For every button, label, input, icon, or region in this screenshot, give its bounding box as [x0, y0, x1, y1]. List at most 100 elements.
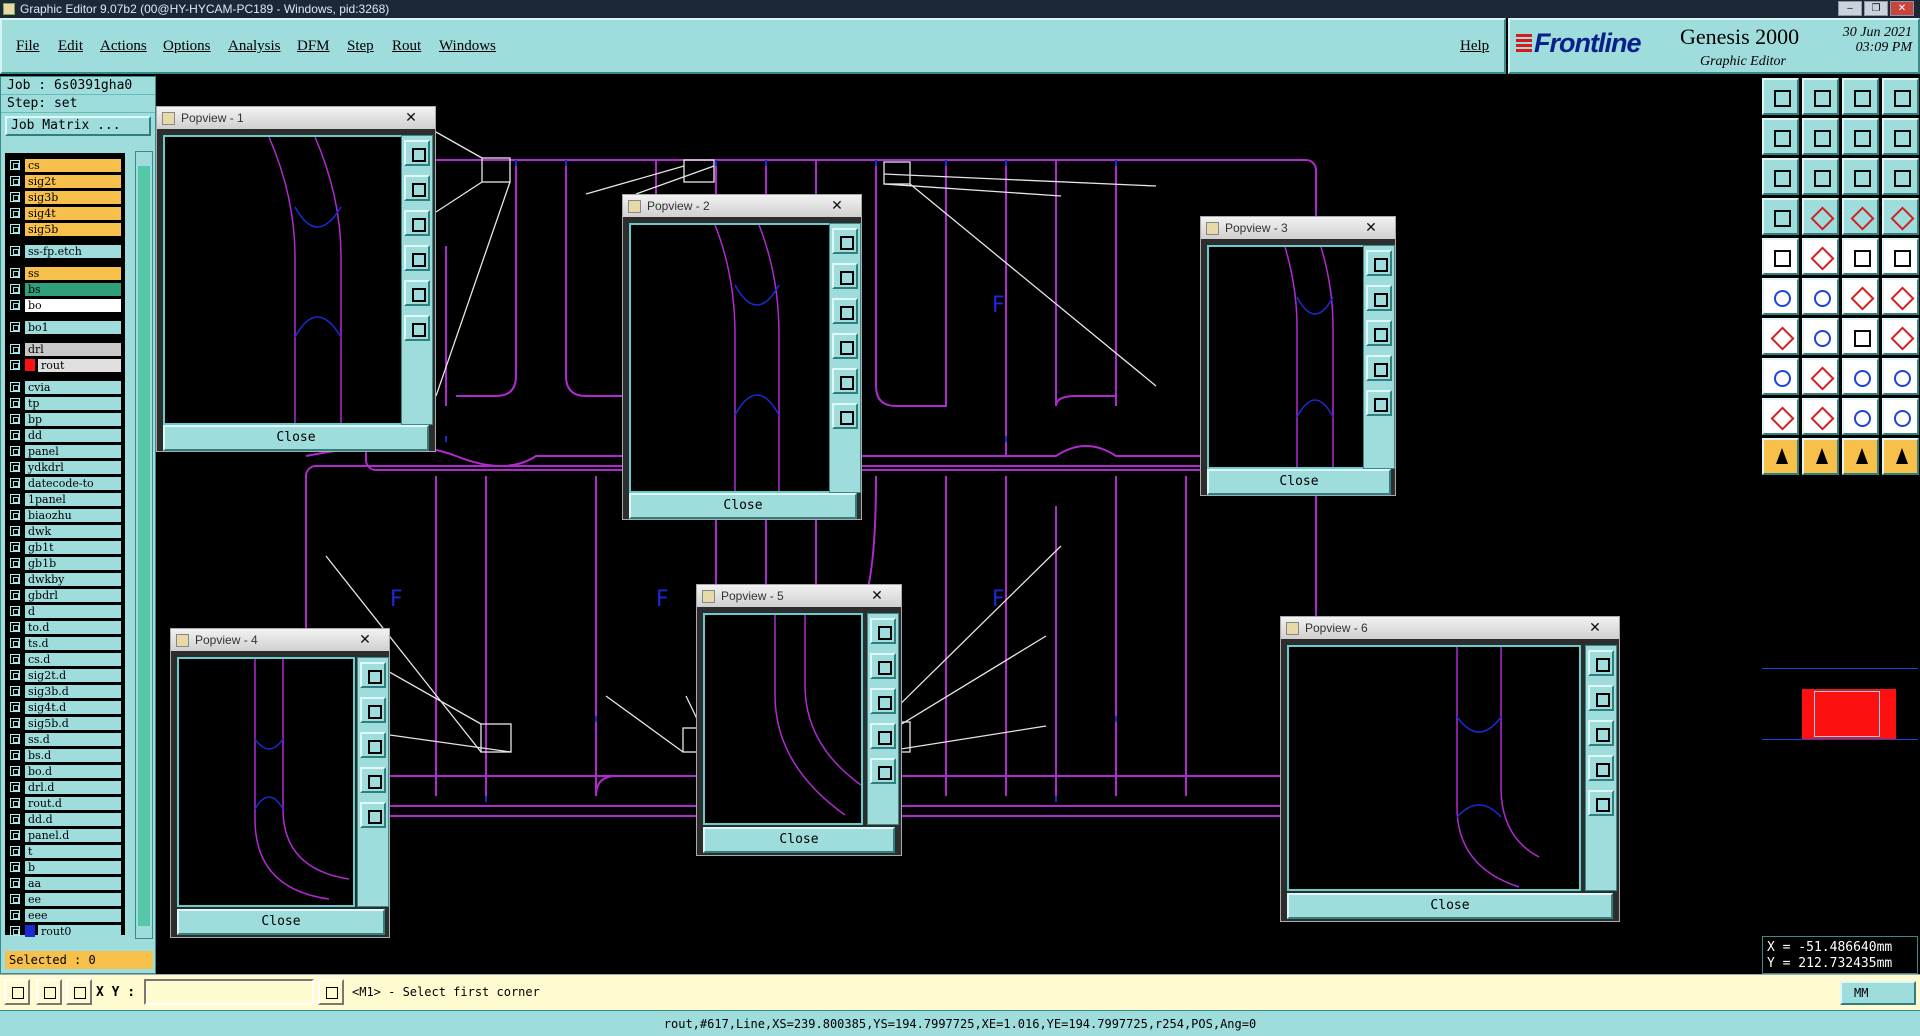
layer-name[interactable]: d: [25, 604, 121, 618]
zoom-out-icon[interactable]: [1588, 685, 1614, 711]
layer-checkbox[interactable]: [10, 926, 20, 936]
zoom-out-icon[interactable]: [870, 653, 896, 679]
rotate-icon[interactable]: [1842, 318, 1879, 355]
popview-close-button[interactable]: Close: [1207, 469, 1391, 495]
layer-name[interactable]: eee: [25, 908, 121, 922]
layer-row[interactable]: rout0: [5, 923, 125, 939]
xy-input[interactable]: [144, 979, 314, 1005]
redraw-icon[interactable]: [1882, 118, 1919, 155]
menu-edit[interactable]: Edit: [58, 38, 83, 55]
layer-checkbox[interactable]: [10, 558, 20, 568]
zoom-in-icon[interactable]: [360, 662, 386, 688]
layer-checkbox[interactable]: [10, 766, 20, 776]
layer-checkbox[interactable]: [10, 398, 20, 408]
layer-name[interactable]: rout0: [38, 924, 121, 938]
layer-row[interactable]: gb1t: [5, 539, 125, 555]
menu-step[interactable]: Step: [347, 38, 374, 55]
layer-name[interactable]: sig2t: [25, 174, 121, 188]
zoom-out-icon[interactable]: [1366, 285, 1392, 311]
pan-left-icon[interactable]: [1366, 355, 1392, 381]
layer-name[interactable]: sig3b: [25, 190, 121, 204]
layer-name[interactable]: t: [25, 844, 121, 858]
fit-icon[interactable]: [404, 315, 430, 341]
units-selector[interactable]: MM: [1840, 981, 1916, 1005]
layer-name[interactable]: cvia: [25, 380, 121, 394]
layer-name[interactable]: sig3b.d: [25, 684, 121, 698]
layer-name[interactable]: sig5b.d: [25, 716, 121, 730]
layer-row[interactable]: rout: [5, 357, 125, 373]
layer-name[interactable]: cs: [25, 158, 121, 172]
layer-checkbox[interactable]: [10, 910, 20, 920]
layer-checkbox[interactable]: [10, 510, 20, 520]
layer-name[interactable]: sig4t: [25, 206, 121, 220]
layer-name[interactable]: dd: [25, 428, 121, 442]
layer-name[interactable]: ss-fp.etch: [25, 244, 121, 258]
close-icon[interactable]: ✕: [393, 109, 429, 126]
text-icon[interactable]: [1762, 398, 1799, 435]
layer-row[interactable]: dd: [5, 427, 125, 443]
layer-row[interactable]: d: [5, 603, 125, 619]
snap-icon[interactable]: [1802, 198, 1839, 235]
layer-name[interactable]: ts.d: [25, 636, 121, 650]
layer-row[interactable]: ydkdrl: [5, 459, 125, 475]
layer-name[interactable]: 1panel: [25, 492, 121, 506]
close-icon[interactable]: ✕: [1353, 219, 1389, 236]
restore-icon[interactable]: ❐: [1864, 1, 1888, 16]
layer-checkbox[interactable]: [10, 344, 20, 354]
cut-line-icon[interactable]: [1802, 358, 1839, 395]
layer-name[interactable]: rout.d: [25, 796, 121, 810]
layer-row[interactable]: dwk: [5, 523, 125, 539]
measure-icon[interactable]: [1762, 198, 1799, 235]
zoom-in-icon[interactable]: [832, 228, 858, 254]
popview-window[interactable]: Popview - 2 ✕ Close: [622, 194, 862, 520]
popview-titlebar[interactable]: Popview - 6 ✕: [1281, 617, 1619, 639]
layer-name[interactable]: sig4t.d: [25, 700, 121, 714]
layer-row[interactable]: bo.d: [5, 763, 125, 779]
zoom-in-icon[interactable]: [870, 618, 896, 644]
pan-right-icon[interactable]: [870, 758, 896, 784]
zoom-out-icon[interactable]: [360, 697, 386, 723]
layer-name[interactable]: bs: [25, 282, 121, 296]
layer-checkbox[interactable]: [10, 208, 20, 218]
layer-checkbox[interactable]: [10, 846, 20, 856]
layer-row[interactable]: drl: [5, 341, 125, 357]
add-arc-icon[interactable]: [1842, 238, 1879, 275]
zoom-down-icon[interactable]: [1802, 78, 1839, 115]
layer-name[interactable]: cs.d: [25, 652, 121, 666]
layer-name[interactable]: tp: [25, 396, 121, 410]
layer-row[interactable]: cs: [5, 157, 125, 173]
layer-checkbox[interactable]: [10, 322, 20, 332]
close-icon[interactable]: ✕: [1890, 1, 1914, 16]
layer-checkbox[interactable]: [10, 382, 20, 392]
layer-row[interactable]: sig2t.d: [5, 667, 125, 683]
menu-analysis[interactable]: Analysis: [228, 38, 281, 55]
layer-checkbox[interactable]: [10, 878, 20, 888]
layer-checkbox[interactable]: [10, 160, 20, 170]
layer-checkbox[interactable]: [10, 670, 20, 680]
layer-checkbox[interactable]: [10, 718, 20, 728]
fit-icon[interactable]: [1762, 158, 1799, 195]
popview-titlebar[interactable]: Popview - 3 ✕: [1201, 217, 1395, 239]
layer-row[interactable]: panel.d: [5, 827, 125, 843]
popview-window[interactable]: Popview - 5 ✕ Close: [696, 584, 902, 856]
layer-checkbox[interactable]: [10, 734, 20, 744]
layer-row[interactable]: b: [5, 859, 125, 875]
layer-name[interactable]: bo.d: [25, 764, 121, 778]
layer-name[interactable]: ss.d: [25, 732, 121, 746]
cross-icon[interactable]: [1802, 278, 1839, 315]
input-toggle-icon[interactable]: [318, 979, 344, 1005]
layer-row[interactable]: bo: [5, 297, 125, 313]
add-surface-icon[interactable]: [1882, 238, 1919, 275]
layer-checkbox[interactable]: [10, 192, 20, 202]
layer-row[interactable]: to.d: [5, 619, 125, 635]
layer-name[interactable]: dwkby: [25, 572, 121, 586]
layer-row[interactable]: sig4t: [5, 205, 125, 221]
popview-window[interactable]: Popview - 4 ✕ Close: [170, 628, 390, 938]
detach-icon[interactable]: [1882, 278, 1919, 315]
layer-row[interactable]: 1panel: [5, 491, 125, 507]
layer-row[interactable]: sig3b: [5, 189, 125, 205]
layer-name[interactable]: panel: [25, 444, 121, 458]
text-rotate-icon[interactable]: [1882, 398, 1919, 435]
layer-row[interactable]: bs.d: [5, 747, 125, 763]
menu-file[interactable]: File: [16, 38, 39, 55]
